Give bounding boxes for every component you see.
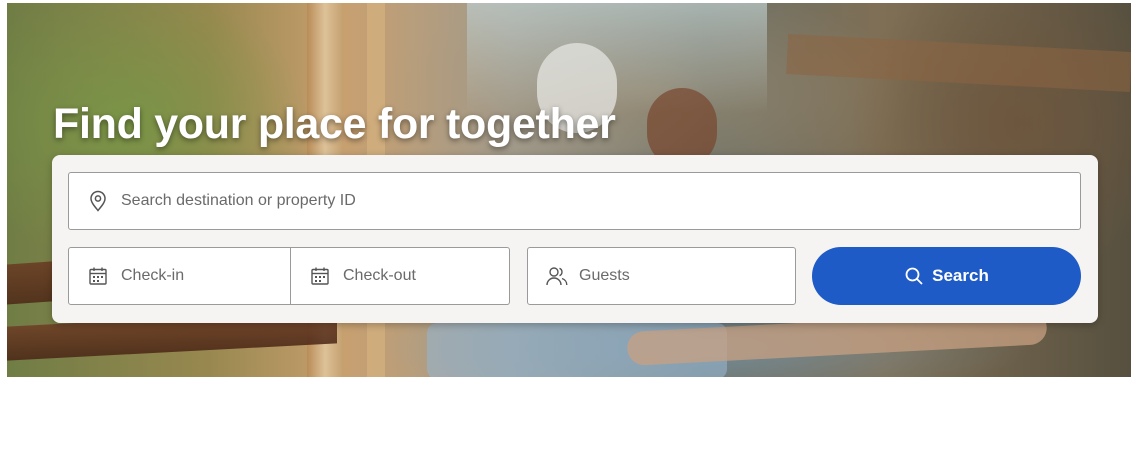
hero-photo-sky [467,3,767,113]
check-in-field[interactable]: Check-in [68,247,291,305]
search-panel: Search destination or property ID Check-… [52,155,1098,323]
calendar-icon [309,265,331,287]
search-button[interactable]: Search [812,247,1081,305]
check-out-field[interactable]: Check-out [290,247,510,305]
check-out-placeholder: Check-out [343,267,416,284]
hero-headline: Find your place for together [53,100,616,148]
destination-field[interactable]: Search destination or property ID [68,172,1081,230]
hero-photo-roof [786,34,1131,92]
location-pin-icon [87,190,109,212]
guests-placeholder: Guests [579,267,630,284]
search-button-label: Search [932,266,989,285]
calendar-icon [87,265,109,287]
guests-field[interactable]: Guests [527,247,796,305]
people-icon [545,265,569,287]
check-in-placeholder: Check-in [121,267,185,284]
destination-placeholder: Search destination or property ID [121,192,356,209]
search-icon [904,266,924,286]
